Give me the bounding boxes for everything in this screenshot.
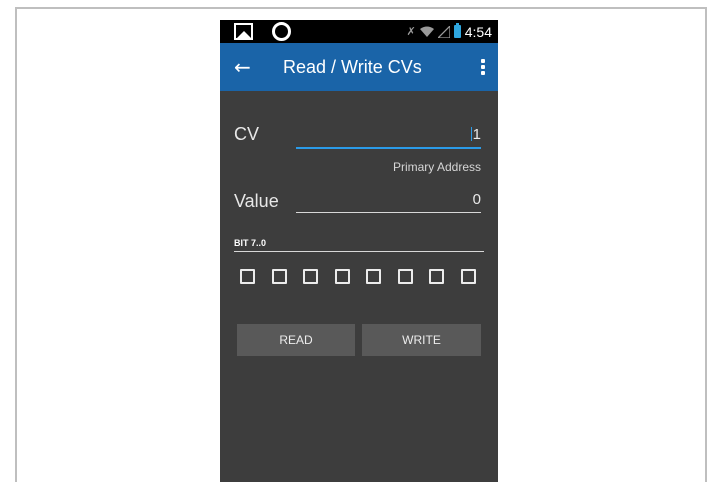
clock: 4:54 [464,23,492,40]
cv-label: CV [234,124,260,144]
value-input[interactable]: 0 [296,188,481,213]
mute-icon: ✗ [406,25,416,38]
bit-3-checkbox[interactable] [366,269,382,284]
signal-icon [437,25,450,38]
page-title: Read / Write CVs [283,57,422,77]
more-vert-icon[interactable] [480,59,486,75]
bit-6-checkbox[interactable] [271,269,287,284]
picture-icon [234,23,253,40]
bit-4-checkbox[interactable] [334,269,350,284]
bit-divider [234,251,484,252]
bit-5-checkbox[interactable] [303,269,319,284]
bit-0-checkbox[interactable] [460,269,476,284]
circle-icon [272,22,291,41]
bit-label: BIT 7..0 [234,238,267,248]
wifi-icon [419,26,434,37]
bit-2-checkbox[interactable] [397,269,413,284]
status-bar: ✗ 4:54 [220,20,498,43]
read-button[interactable]: READ [237,324,355,356]
app-bar: ← Read / Write CVs [220,43,498,91]
battery-icon [453,23,461,38]
write-button[interactable]: WRITE [362,324,481,356]
bit-1-checkbox[interactable] [429,269,445,284]
phone-screen: ✗ 4:54 ← Read / Write CVs CV 1 Primary A… [220,20,498,482]
bit-7-checkbox[interactable] [240,269,255,284]
cv-hint: Primary Address [392,160,481,174]
bit-checkboxes [240,269,476,284]
cv-input-value: 1 [472,126,481,143]
arrow-left-icon[interactable]: ← [234,43,251,91]
value-label: Value [234,191,279,211]
value-input-value: 0 [472,191,481,208]
cv-input[interactable]: 1 [296,123,481,149]
